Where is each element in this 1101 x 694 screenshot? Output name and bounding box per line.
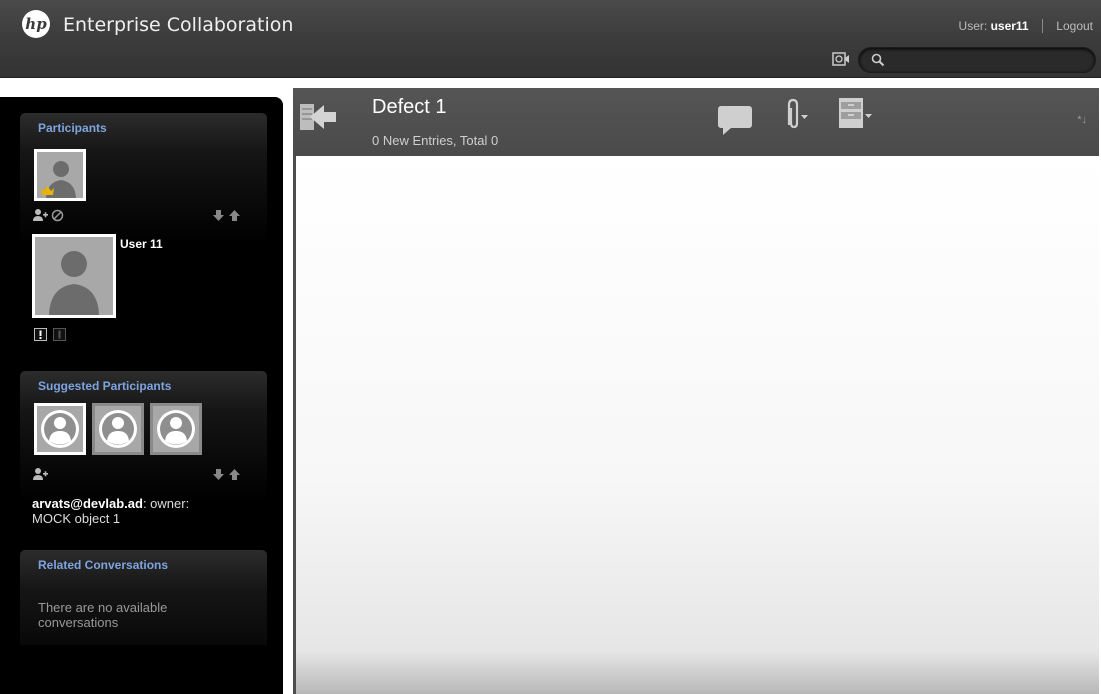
user-circle-icon — [41, 410, 79, 448]
suggested-object: MOCK object 1 — [32, 511, 121, 526]
suggested-avatar[interactable] — [92, 403, 144, 455]
owner-crown-icon — [41, 186, 54, 195]
suggested-info: arvats@devlab.ad: owner: MOCK object 1 — [32, 496, 262, 526]
add-participant-icon[interactable] — [32, 208, 48, 222]
arrow-down-icon[interactable] — [213, 469, 224, 480]
comment-icon[interactable] — [717, 102, 755, 136]
screen-capture-icon[interactable] — [832, 52, 850, 73]
username: user11 — [990, 19, 1029, 33]
conversation-content — [296, 156, 1099, 694]
conversation-subtitle: 0 New Entries, Total 0 — [372, 133, 499, 148]
logout-link[interactable]: Logout — [1056, 19, 1093, 33]
user-circle-icon — [99, 410, 137, 448]
search-input[interactable] — [891, 51, 1087, 69]
app-title: Enterprise Collaboration — [63, 14, 294, 36]
paperclip-icon[interactable] — [780, 97, 810, 133]
sort-indicator[interactable]: *↓ — [1077, 114, 1087, 126]
related-conversations-panel: Related Conversations There are no avail… — [20, 550, 267, 645]
block-icon[interactable] — [51, 209, 64, 222]
left-sidebar: Participants User 11 Suggested Participa… — [0, 97, 283, 694]
conversation-main: Defect 1 0 New Entries, Total 0 *↓ — [293, 88, 1099, 694]
suggested-avatar[interactable] — [150, 403, 202, 455]
selected-user-name: User 11 — [120, 237, 163, 251]
suggested-detail: : owner: — [142, 496, 190, 511]
related-title: Related Conversations — [38, 558, 169, 572]
search-box — [858, 47, 1096, 73]
add-participant-icon[interactable] — [32, 467, 48, 481]
alert-icon[interactable] — [34, 328, 47, 341]
suggested-email: arvats@devlab.ad — [32, 496, 143, 511]
user-label: User: — [958, 19, 988, 33]
conversation-title: Defect 1 — [372, 96, 447, 118]
selected-user-avatar[interactable] — [32, 234, 116, 318]
hp-logo: hp — [22, 10, 50, 38]
search-icon[interactable] — [871, 53, 885, 67]
arrow-down-icon[interactable] — [213, 210, 224, 221]
participants-title: Participants — [38, 121, 107, 135]
arrow-up-icon[interactable] — [229, 469, 240, 480]
suggested-participants-panel: Suggested Participants arvats@devlab.ad:… — [20, 371, 267, 531]
info-icon[interactable] — [53, 328, 66, 341]
no-conversations-message: There are no available conversations — [38, 600, 168, 630]
person-silhouette-icon — [49, 251, 99, 315]
participants-panel: Participants User 11 — [20, 113, 267, 348]
divider — [1041, 19, 1043, 33]
suggested-title: Suggested Participants — [38, 379, 172, 393]
user-circle-icon — [157, 410, 195, 448]
top-header-bar: hp Enterprise Collaboration User: user11… — [0, 0, 1101, 78]
owner-avatar[interactable] — [34, 149, 86, 201]
back-arrow-icon[interactable] — [298, 100, 338, 134]
conversation-header: Defect 1 0 New Entries, Total 0 *↓ — [293, 88, 1099, 156]
arrow-up-icon[interactable] — [229, 210, 240, 221]
user-area: User: user11 Logout — [959, 19, 1093, 33]
suggested-avatar[interactable] — [34, 403, 86, 455]
file-cabinet-icon[interactable] — [835, 96, 873, 132]
